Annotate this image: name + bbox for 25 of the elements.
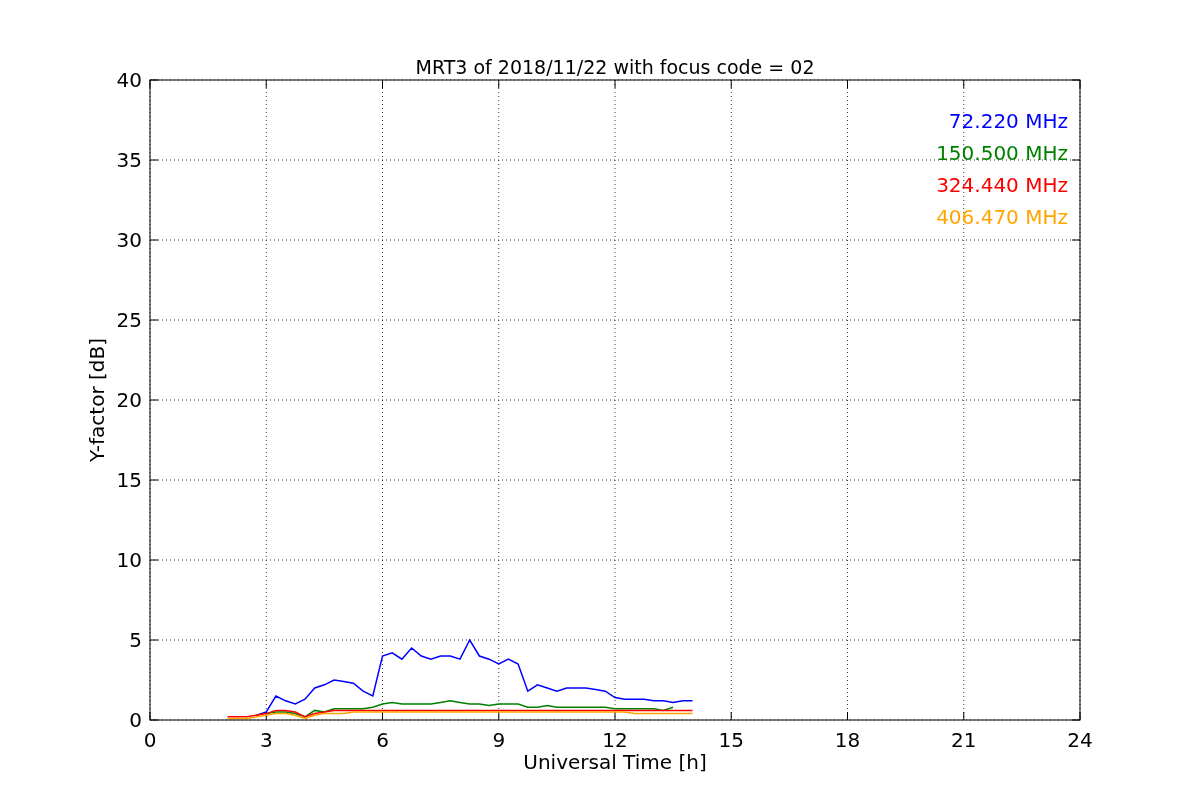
tick-label: 20 [116, 388, 142, 412]
axis-label: Y-factor [dB] [85, 338, 109, 462]
tick-label: 15 [718, 728, 744, 752]
tick-label: 0 [129, 708, 142, 732]
chart-title: MRT3 of 2018/11/22 with focus code = 02 [415, 56, 815, 78]
tick-label: 18 [834, 728, 861, 752]
legend-label: 150.500 MHz [936, 141, 1068, 165]
tick-label: 5 [129, 628, 142, 652]
tick-label: 12 [602, 728, 628, 752]
legend-label: 324.440 MHz [936, 173, 1068, 197]
tick-label: 24 [1067, 728, 1093, 752]
tick-label: 0 [143, 728, 157, 752]
tick-label: 21 [951, 728, 977, 752]
tick-label: 6 [376, 728, 389, 752]
tick-label: 9 [492, 728, 506, 752]
tick-label: 35 [116, 148, 142, 172]
legend-label: 406.470 MHz [936, 205, 1068, 229]
tick-label: 15 [116, 468, 142, 492]
tick-label: 30 [116, 228, 142, 252]
tick-label: 3 [259, 728, 273, 752]
tick-label: 25 [116, 308, 142, 332]
tick-label: 10 [116, 548, 142, 572]
legend-label: 72.220 MHz [948, 109, 1068, 133]
axis-label: Universal Time [h] [523, 750, 707, 774]
tick-label: 40 [116, 68, 142, 92]
